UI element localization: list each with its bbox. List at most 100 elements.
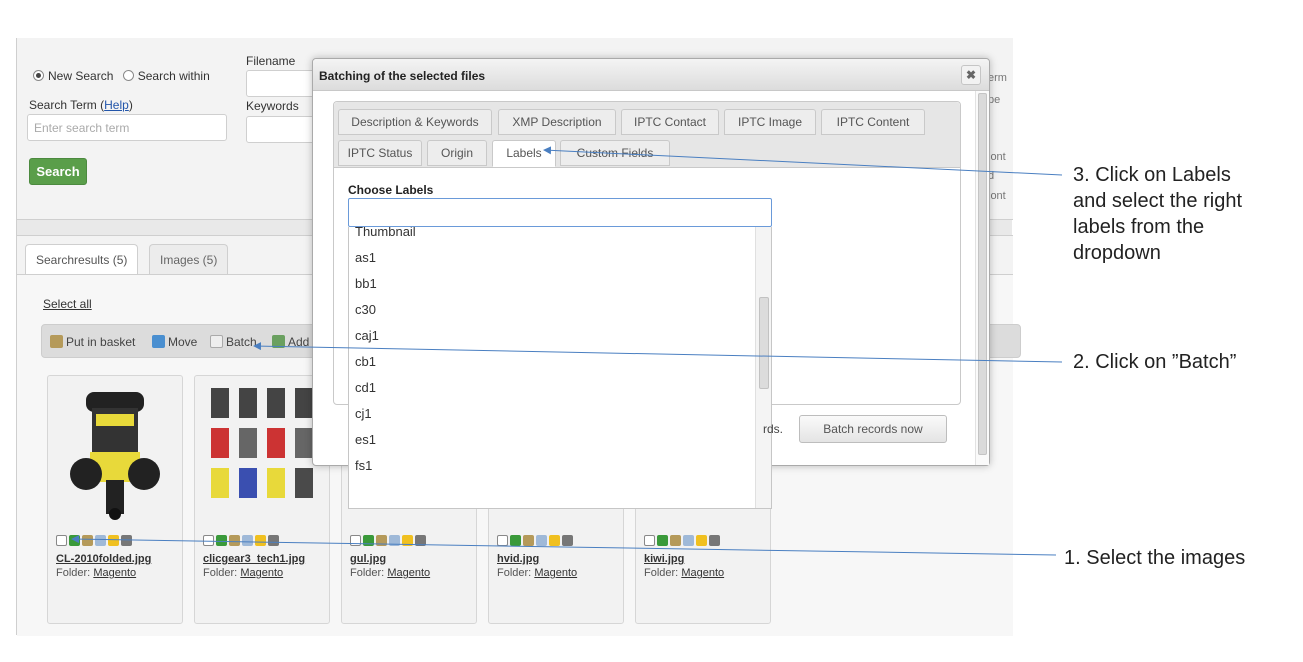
favorite-icon[interactable]: [696, 535, 707, 547]
tab-iptc-image[interactable]: IPTC Image: [724, 109, 816, 135]
select-checkbox[interactable]: [56, 535, 67, 547]
dropdown-option[interactable]: bb1: [349, 271, 755, 297]
dropdown-option[interactable]: Thumbnail: [349, 227, 755, 245]
select-checkbox[interactable]: [644, 535, 655, 547]
card-actions: [350, 533, 428, 547]
add-button[interactable]: Add: [272, 335, 309, 349]
select-all-link[interactable]: Select all: [43, 297, 92, 311]
new-search-radio[interactable]: [33, 70, 44, 81]
email-icon[interactable]: [536, 535, 547, 547]
basket-icon[interactable]: [523, 535, 534, 547]
email-icon[interactable]: [389, 535, 400, 547]
dropdown-scrollbar[interactable]: [755, 227, 771, 508]
dialog-title: Batching of the selected files: [319, 69, 486, 83]
dropdown-scroll-thumb[interactable]: [759, 297, 769, 389]
card-filename[interactable]: gul.jpg: [350, 553, 386, 565]
card-actions: [56, 533, 134, 547]
tab-origin[interactable]: Origin: [427, 140, 487, 166]
basket-icon[interactable]: [229, 535, 240, 547]
tab-images[interactable]: Images (5): [149, 244, 229, 274]
batch-records-now-button[interactable]: Batch records now: [799, 415, 947, 443]
dropdown-option[interactable]: cj1: [349, 401, 755, 427]
batch-dialog: Batching of the selected files ✖ Descrip…: [312, 58, 990, 509]
folder-link[interactable]: Magento: [534, 567, 577, 579]
folder-link[interactable]: Magento: [681, 567, 724, 579]
tab-iptc-content[interactable]: IPTC Content: [821, 109, 925, 135]
folder-label: Folder:: [203, 567, 238, 579]
basket-icon[interactable]: [670, 535, 681, 547]
basket-icon[interactable]: [376, 535, 387, 547]
right-fragment: erm: [988, 72, 1007, 84]
favorite-icon[interactable]: [402, 535, 413, 547]
annotation-step-3: 3. Click on Labels and select the right …: [1073, 162, 1242, 266]
favorite-icon[interactable]: [549, 535, 560, 547]
card-filename[interactable]: hvid.jpg: [497, 553, 539, 565]
select-checkbox[interactable]: [350, 535, 361, 547]
card-filename[interactable]: kiwi.jpg: [644, 553, 684, 565]
filename-input[interactable]: [246, 70, 316, 97]
tab-custom-fields[interactable]: Custom Fields: [560, 140, 670, 166]
search-button[interactable]: Search: [29, 158, 87, 185]
dropdown-option[interactable]: as1: [349, 245, 755, 271]
email-icon[interactable]: [95, 535, 106, 547]
download-icon[interactable]: [363, 535, 374, 547]
labels-dropdown: Thumbnail as1 bb1 c30 caj1 cb1 cd1 cj1 e…: [348, 227, 772, 509]
new-search-option[interactable]: New Search Search within: [33, 69, 210, 83]
download-icon[interactable]: [510, 535, 521, 547]
search-within-radio[interactable]: [122, 70, 134, 81]
image-card[interactable]: CL-2010folded.jpg Folder: Magento: [47, 375, 183, 624]
favorite-icon[interactable]: [108, 535, 119, 547]
select-checkbox[interactable]: [497, 535, 508, 547]
email-icon[interactable]: [242, 535, 253, 547]
dropdown-option[interactable]: caj1: [349, 323, 755, 349]
card-filename[interactable]: CL-2010folded.jpg: [56, 553, 151, 565]
download-icon[interactable]: [69, 535, 80, 547]
move-button[interactable]: Move: [152, 335, 197, 349]
trash-icon[interactable]: [709, 535, 720, 547]
trash-icon[interactable]: [268, 535, 279, 547]
search-input[interactable]: Enter search term: [27, 114, 227, 141]
annotation-step-3-line: dropdown: [1073, 242, 1161, 264]
tab-xmp-description[interactable]: XMP Description: [498, 109, 616, 135]
dropdown-option[interactable]: fs1: [349, 453, 755, 479]
dialog-scroll-thumb[interactable]: [978, 93, 987, 455]
dialog-scrollbar[interactable]: [975, 91, 989, 465]
new-search-label: New Search: [48, 69, 114, 83]
tab-iptc-contact[interactable]: IPTC Contact: [621, 109, 719, 135]
email-icon[interactable]: [683, 535, 694, 547]
download-icon[interactable]: [216, 535, 227, 547]
tab-description-keywords[interactable]: Description & Keywords: [338, 109, 492, 135]
close-icon[interactable]: ✖: [961, 65, 981, 85]
dialog-titlebar[interactable]: Batching of the selected files ✖: [313, 59, 989, 91]
download-icon[interactable]: [657, 535, 668, 547]
tab-searchresults[interactable]: Searchresults (5): [25, 244, 139, 274]
search-placeholder: Enter search term: [34, 121, 130, 135]
dropdown-option[interactable]: cb1: [349, 349, 755, 375]
trash-icon[interactable]: [415, 535, 426, 547]
folder-link[interactable]: Magento: [240, 567, 283, 579]
image-card[interactable]: clicgear3_tech1.jpg Folder: Magento: [194, 375, 330, 624]
keywords-input[interactable]: [246, 116, 316, 143]
tab-labels[interactable]: Labels: [492, 140, 556, 167]
search-within-label: Search within: [137, 69, 210, 83]
trash-icon[interactable]: [121, 535, 132, 547]
trolleys-grid-image: [211, 388, 313, 498]
basket-icon[interactable]: [82, 535, 93, 547]
folder-link[interactable]: Magento: [93, 567, 136, 579]
put-in-basket-button[interactable]: Put in basket: [50, 335, 135, 349]
folder-link[interactable]: Magento: [387, 567, 430, 579]
trash-icon[interactable]: [562, 535, 573, 547]
help-link[interactable]: Help: [104, 98, 129, 112]
tab-iptc-status[interactable]: IPTC Status: [338, 140, 422, 166]
dropdown-option[interactable]: cd1: [349, 375, 755, 401]
card-filename[interactable]: clicgear3_tech1.jpg: [203, 553, 305, 565]
dropdown-option[interactable]: es1: [349, 427, 755, 453]
favorite-icon[interactable]: [255, 535, 266, 547]
move-label: Move: [168, 335, 198, 349]
batch-button[interactable]: Batch: [210, 335, 257, 349]
labels-input[interactable]: [348, 198, 772, 227]
card-folder: Folder: Magento: [203, 567, 283, 579]
dropdown-option[interactable]: c30: [349, 297, 755, 323]
select-checkbox[interactable]: [203, 535, 214, 547]
search-term-text: Search Term (: [29, 98, 105, 112]
